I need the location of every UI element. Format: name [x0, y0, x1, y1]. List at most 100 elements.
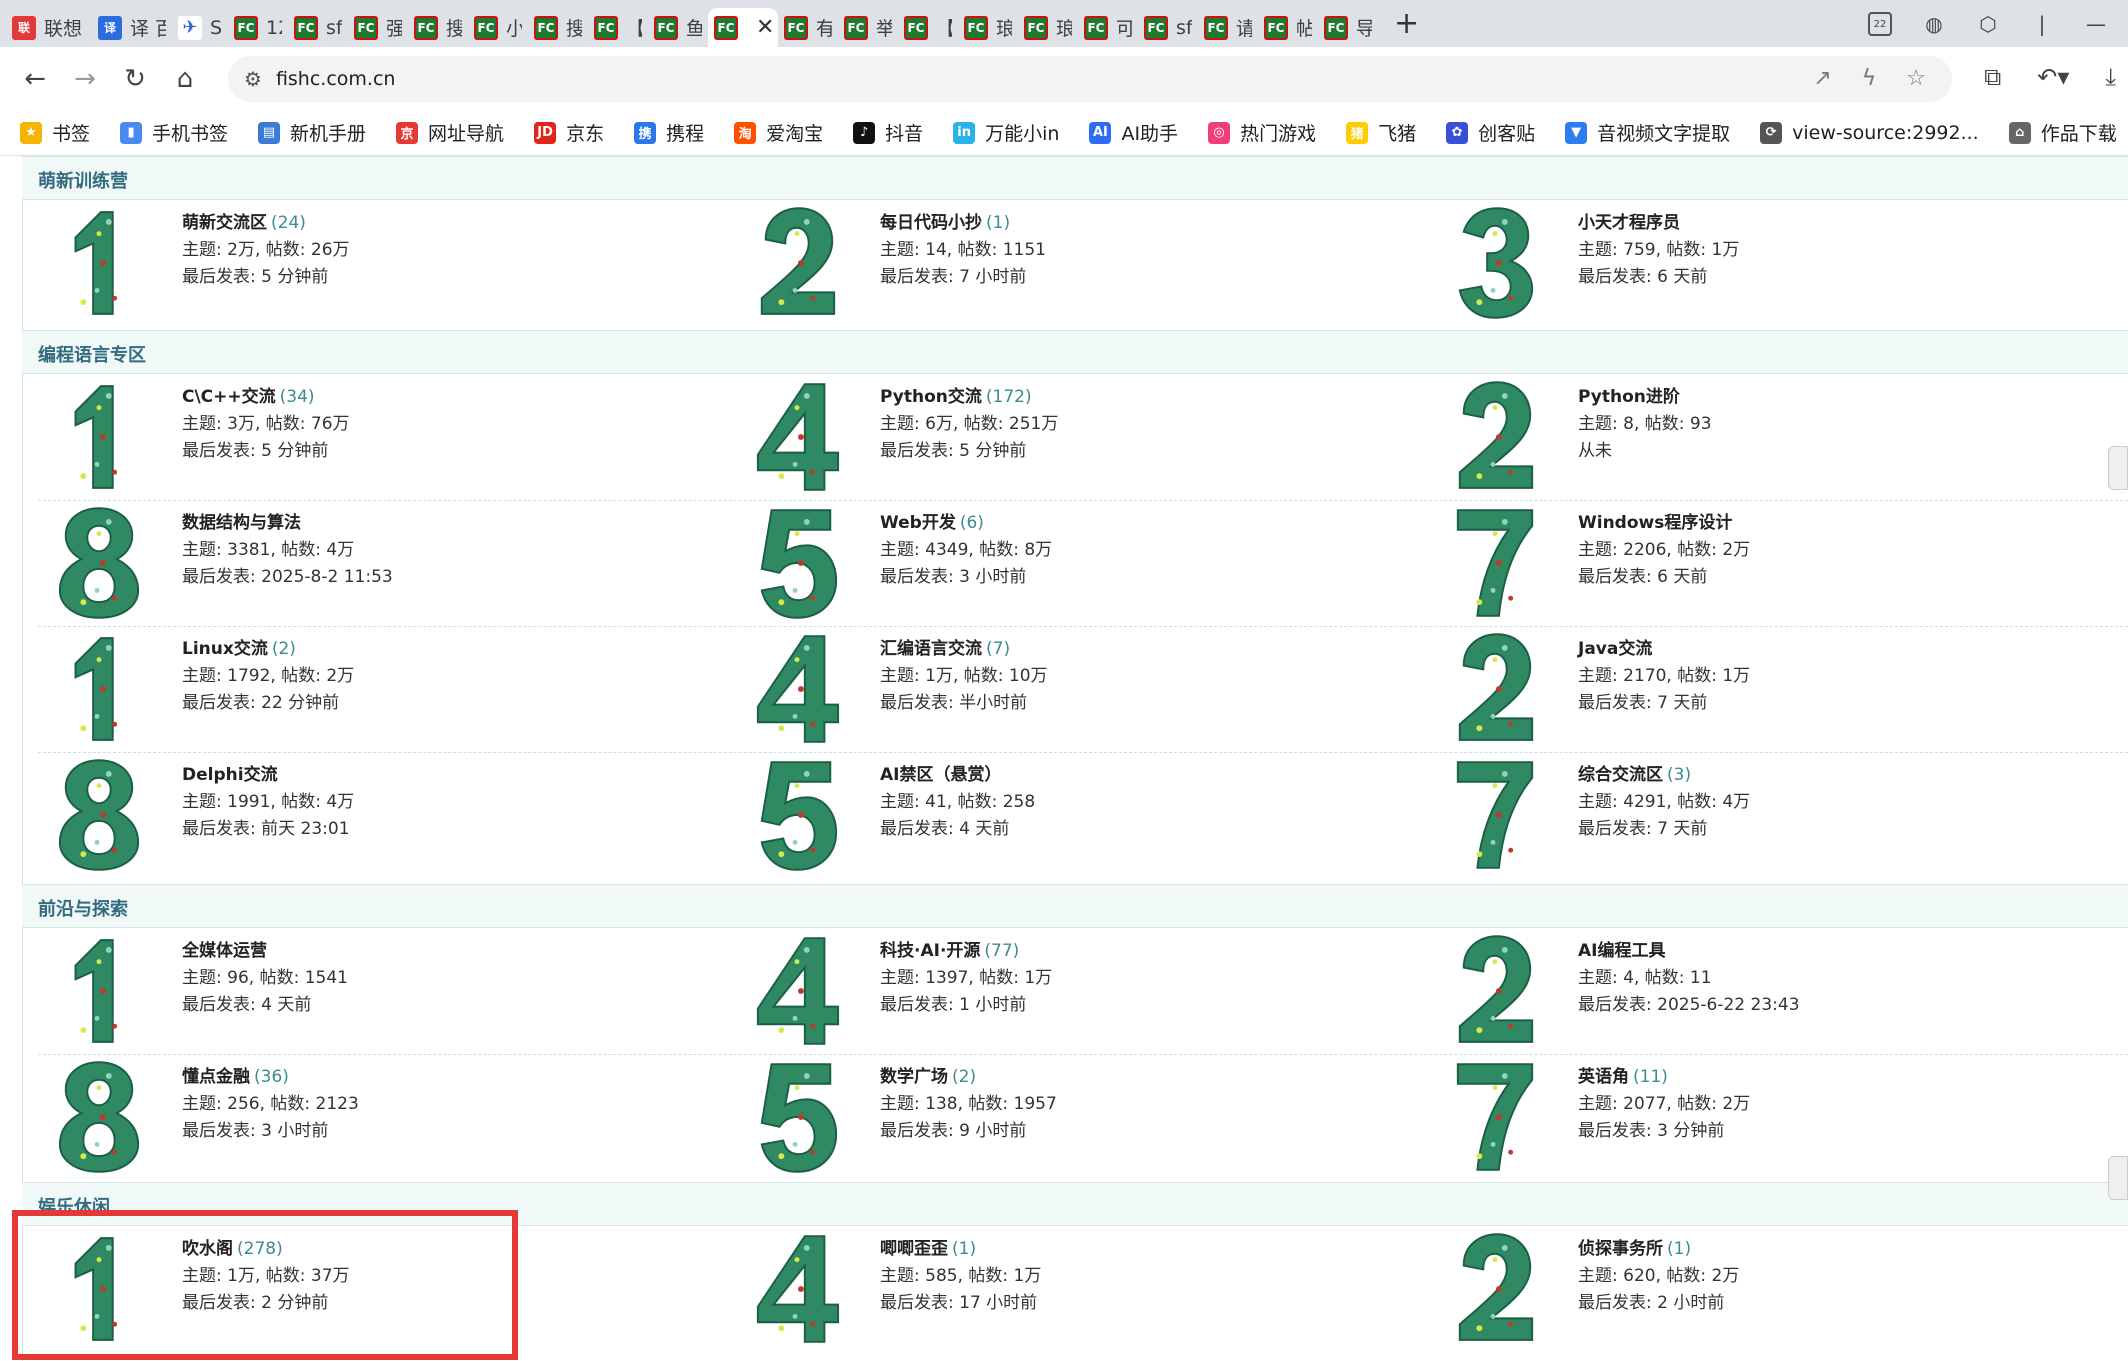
forum-name-link[interactable]: Python进阶	[1578, 387, 1680, 407]
tab-item[interactable]: FC 小学	[468, 8, 528, 47]
section-title[interactable]: 编程语言专区	[38, 341, 146, 367]
section-header[interactable]: 萌新训练营	[22, 156, 2128, 200]
new-post-count[interactable]: (1)	[952, 1239, 976, 1259]
bookmark-item[interactable]: JD 京东	[534, 119, 604, 146]
forum-name-link[interactable]: 汇编语言交流	[880, 639, 982, 659]
forum-name-link[interactable]: 小天才程序员	[1578, 213, 1680, 233]
last-post-time-link[interactable]: 6 天前	[1657, 567, 1707, 587]
back-arrow-icon[interactable]: ←	[20, 64, 50, 94]
forum-digit-icon[interactable]	[752, 204, 842, 322]
forum-name-link[interactable]: Java交流	[1578, 639, 1652, 659]
forum-name-link[interactable]: Windows程序设计	[1578, 513, 1732, 533]
bookmark-item[interactable]: in 万能小in	[953, 119, 1059, 146]
forum-name-link[interactable]: 数学广场	[880, 1067, 948, 1087]
tab-item[interactable]: FC 导读	[1318, 8, 1378, 47]
bookmark-item[interactable]: ◎ 热门游戏	[1208, 119, 1316, 146]
extension-puzzle-icon[interactable]: ⬡	[1976, 12, 2000, 36]
tab-count-icon[interactable]: 22	[1868, 12, 1892, 36]
tab-item[interactable]: FC 有没	[778, 8, 838, 47]
lightning-icon[interactable]: ϟ	[1862, 66, 1877, 91]
forum-digit-icon[interactable]	[54, 932, 144, 1050]
tab-item[interactable]: FC 搜索	[528, 8, 588, 47]
last-post-time-link[interactable]: 1 小时前	[959, 995, 1026, 1015]
forum-name-link[interactable]: 侦探事务所	[1578, 1239, 1663, 1259]
forum-name-link[interactable]: 科技·AI·开源	[880, 941, 980, 961]
last-post-time-link[interactable]: 2025-8-2 11:53	[261, 567, 393, 587]
new-post-count[interactable]: (7)	[986, 639, 1010, 659]
minimize-icon[interactable]: —	[2084, 12, 2108, 36]
forum-name-link[interactable]: AI禁区（悬赏）	[880, 765, 1001, 785]
forum-name-link[interactable]: Linux交流	[182, 639, 268, 659]
last-post-time-link[interactable]: 2 小时前	[1657, 1293, 1724, 1313]
tab-item[interactable]: 联联想	[6, 8, 92, 47]
bookmark-item[interactable]: 携携程	[634, 119, 704, 146]
bookmark-item[interactable]: ▤ 新机手册	[258, 119, 366, 146]
tab-item[interactable]: FC 强烈	[348, 8, 408, 47]
url-omnibox[interactable]: ⚙ fishc.com.cn ↗ ϟ ☆	[228, 56, 1952, 102]
last-post-time-link[interactable]: 6 天前	[1657, 267, 1707, 287]
reload-icon[interactable]: ↻	[120, 64, 150, 94]
home-icon[interactable]: ⌂	[170, 64, 200, 94]
new-post-count[interactable]: (1)	[1667, 1239, 1691, 1259]
bookmark-item[interactable]: 京网址导航	[396, 119, 504, 146]
tab-item[interactable]: FC 琅琊	[1018, 8, 1078, 47]
forum-digit-icon[interactable]	[752, 504, 842, 622]
extensions-icon[interactable]: ⧉	[1984, 63, 2001, 91]
close-tab-icon[interactable]: ✕	[756, 15, 774, 40]
forum-name-link[interactable]: Delphi交流	[182, 765, 278, 785]
forum-digit-icon[interactable]	[752, 378, 842, 496]
forum-name-link[interactable]: AI编程工具	[1578, 941, 1665, 961]
tab-item[interactable]: FC 琅琊	[958, 8, 1018, 47]
last-post-time-link[interactable]: 3 分钟前	[1657, 1121, 1724, 1141]
site-settings-icon[interactable]: ⚙	[244, 67, 262, 91]
bookmark-item[interactable]: ★ 书签	[20, 119, 90, 146]
last-post-time-link[interactable]: 4 天前	[261, 995, 311, 1015]
forum-digit-icon[interactable]	[752, 1230, 842, 1348]
forum-name-link[interactable]: Web开发	[880, 513, 956, 533]
new-post-count[interactable]: (2)	[272, 639, 296, 659]
tab-item[interactable]: 译译 百度	[92, 8, 172, 47]
forum-name-link[interactable]: Python交流	[880, 387, 982, 407]
new-post-count[interactable]: (11)	[1633, 1067, 1668, 1087]
forum-digit-icon[interactable]	[1450, 378, 1540, 496]
forum-digit-icon[interactable]	[752, 630, 842, 748]
section-header[interactable]: 前沿与探索	[22, 884, 2128, 928]
bookmark-item[interactable]: ♪ 抖音	[853, 119, 923, 146]
section-title[interactable]: 萌新训练营	[38, 167, 128, 193]
share-icon[interactable]: ↗	[1813, 66, 1831, 91]
forum-name-link[interactable]: 全媒体运营	[182, 941, 267, 961]
tab-item[interactable]: FC 可以	[1078, 8, 1138, 47]
forum-name-link[interactable]: 综合交流区	[1578, 765, 1663, 785]
download-icon[interactable]: ⤓	[2105, 63, 2116, 91]
last-post-time-link[interactable]: 5 分钟前	[959, 441, 1026, 461]
forum-digit-icon[interactable]	[1450, 204, 1540, 322]
forum-digit-icon[interactable]	[54, 204, 144, 322]
forum-name-link[interactable]: 数据结构与算法	[182, 513, 301, 533]
tab-item[interactable]: FC 搜索	[408, 8, 468, 47]
forum-digit-icon[interactable]	[54, 504, 144, 622]
new-tab-button[interactable]: +	[1394, 6, 1419, 41]
new-post-count[interactable]: (1)	[986, 213, 1010, 233]
tab-item[interactable]: FC 举报	[838, 8, 898, 47]
floating-side-tab[interactable]	[2108, 446, 2128, 490]
last-post-time-link[interactable]: 9 小时前	[959, 1121, 1026, 1141]
forum-digit-icon[interactable]	[1450, 756, 1540, 874]
tab-item[interactable]: FC 【新	[588, 8, 648, 47]
last-post-time-link[interactable]: 半小时前	[959, 693, 1027, 713]
last-post-time-link[interactable]: 7 小时前	[959, 267, 1026, 287]
bookmark-item[interactable]: 猪飞猪	[1346, 119, 1416, 146]
last-post-time-link[interactable]: 前天 23:01	[261, 819, 349, 839]
tab-item[interactable]: FC 鱼C	[648, 8, 708, 47]
tab-item[interactable]: ✈ See	[172, 8, 228, 47]
bookmark-item[interactable]: 淘爱淘宝	[734, 119, 823, 146]
url-text[interactable]: fishc.com.cn	[276, 68, 396, 90]
new-post-count[interactable]: (6)	[960, 513, 984, 533]
last-post-time-link[interactable]: 3 小时前	[261, 1121, 328, 1141]
bookmark-item[interactable]: ⌂ 作品下载	[2008, 119, 2117, 146]
new-post-count[interactable]: (172)	[986, 387, 1032, 407]
new-post-count[interactable]: (2)	[952, 1067, 976, 1087]
forum-digit-icon[interactable]	[54, 630, 144, 748]
tab-item[interactable]: FC 【新	[898, 8, 958, 47]
forum-digit-icon[interactable]	[1450, 932, 1540, 1050]
tab-item[interactable]: FC 请大	[1198, 8, 1258, 47]
